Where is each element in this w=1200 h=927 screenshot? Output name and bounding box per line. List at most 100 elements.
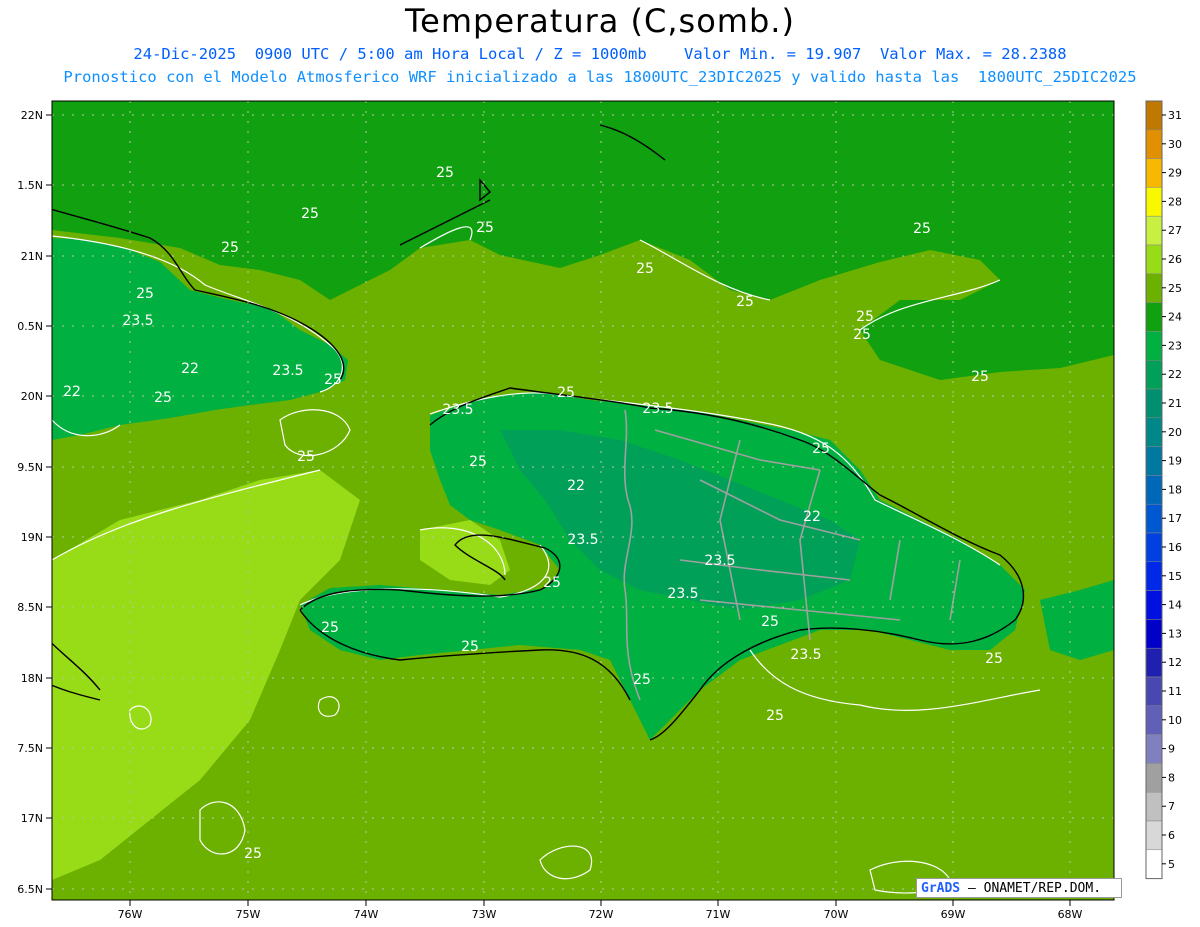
contour-label: 25	[812, 441, 830, 457]
lat-tick-label: 19N	[21, 531, 43, 544]
colorbar-label: 9	[1168, 743, 1175, 756]
colorbar: 31 30 29 28 27 26 25 24 23 22 21 20 19 18 17 16 15 14 13 12…	[1145, 100, 1182, 880]
colorbar-label: 18	[1168, 483, 1182, 496]
colorbar-swatch	[1145, 100, 1163, 131]
contour-label: 25	[469, 454, 487, 470]
colorbar-swatch	[1145, 244, 1163, 275]
lon-tick-label: 72W	[589, 908, 614, 921]
lat-tick-label: 0.5N	[17, 320, 43, 333]
lon-tick-label: 76W	[118, 908, 143, 921]
colorbar-label: 21	[1168, 397, 1182, 410]
contour-label: 25	[321, 620, 339, 636]
lat-tick-label: 8.5N	[17, 601, 43, 614]
contour-label: 25	[633, 672, 651, 688]
colorbar-swatch	[1145, 647, 1163, 678]
lat-tick-label: 22N	[21, 109, 43, 122]
colorbar-label: 6	[1168, 829, 1175, 842]
colorbar-swatch	[1145, 849, 1163, 879]
lat-tick-label: 21N	[21, 250, 43, 263]
contour-label: 25	[636, 261, 654, 277]
colorbar-swatch	[1145, 619, 1163, 649]
contour-label: 25	[856, 309, 874, 325]
colorbar-label: 25	[1168, 282, 1182, 295]
colorbar-label: 23	[1168, 339, 1182, 352]
lon-tick-label: 74W	[354, 908, 379, 921]
lat-tick-label: 6.5N	[17, 883, 43, 896]
contour-label: 22	[567, 478, 585, 494]
colorbar-swatch	[1145, 791, 1163, 822]
contour-label: 25	[297, 449, 315, 465]
contour-label: 25	[136, 286, 154, 302]
contour-label: 23.5	[704, 553, 735, 569]
contour-label: 23.5	[442, 402, 473, 418]
colorbar-label: 29	[1168, 167, 1182, 180]
colorbar-label: 28	[1168, 195, 1182, 208]
lon-tick-label: 73W	[472, 908, 497, 921]
colorbar-swatch	[1145, 561, 1163, 591]
temperature-map: 25 25 25 25 25 25 25 25 25 25 25 25 25 25 25 25 25 25 25 25…	[17, 100, 1182, 921]
colorbar-label: 31	[1168, 109, 1182, 122]
colorbar-swatch	[1145, 446, 1163, 476]
contour-label: 25	[557, 385, 575, 401]
lat-tick-label: 9.5N	[17, 461, 43, 474]
contour-label: 25	[543, 575, 561, 591]
colorbar-swatch	[1145, 475, 1163, 505]
contour-label: 25	[971, 369, 989, 385]
colorbar-label: 10	[1168, 714, 1182, 727]
credit-box: GrADS – ONAMET/REP.DOM.	[916, 878, 1122, 898]
contour-label: 25	[853, 327, 871, 343]
lat-tick-label: 1.5N	[17, 179, 43, 192]
credit-text: – ONAMET/REP.DOM.	[967, 881, 1102, 896]
contour-label: 22	[181, 361, 199, 377]
contour-label: 25	[244, 846, 262, 862]
colorbar-swatch	[1145, 676, 1163, 707]
contour-label: 25	[476, 220, 494, 236]
lon-tick-label: 75W	[236, 908, 261, 921]
colorbar-swatch	[1145, 273, 1163, 303]
lat-tick-label: 7.5N	[17, 742, 43, 755]
colorbar-label: 24	[1168, 311, 1182, 324]
colorbar-swatch	[1145, 129, 1163, 159]
contour-label: 25	[301, 206, 319, 222]
contour-label: 25	[154, 390, 172, 406]
colorbar-label: 30	[1168, 138, 1182, 151]
colorbar-label: 13	[1168, 627, 1182, 640]
contour-label: 25	[766, 708, 784, 724]
contour-label: 22	[63, 384, 81, 400]
lon-tick-label: 70W	[824, 908, 849, 921]
colorbar-swatch	[1145, 302, 1163, 332]
colorbar-swatch	[1145, 187, 1163, 217]
contour-label: 23.5	[642, 401, 673, 417]
contour-label: 25	[913, 221, 931, 237]
contour-label: 25	[221, 240, 239, 256]
lon-tick-label: 69W	[941, 908, 966, 921]
colorbar-label: 7	[1168, 800, 1175, 813]
colorbar-swatch	[1145, 417, 1163, 447]
colorbar-label: 26	[1168, 253, 1182, 266]
colorbar-label: 17	[1168, 512, 1182, 525]
contour-label: 23.5	[667, 586, 698, 602]
colorbar-swatch	[1145, 158, 1163, 188]
contour-label: 22	[803, 509, 821, 525]
colorbar-swatch	[1145, 820, 1163, 851]
colorbar-label: 5	[1168, 858, 1175, 871]
contour-label: 25	[761, 614, 779, 630]
colorbar-swatch	[1145, 705, 1163, 735]
lat-tick-label: 17N	[21, 812, 43, 825]
colorbar-swatch	[1145, 734, 1163, 764]
contour-label: 25	[436, 165, 454, 181]
map-field: 25 25 25 25 25 25 25 25 25 25 25 25 25 25 25 25 25 25 25 25…	[52, 101, 1114, 900]
lat-tick-label: 20N	[21, 390, 43, 403]
colorbar-label: 8	[1168, 771, 1175, 784]
colorbar-label: 12	[1168, 656, 1182, 669]
colorbar-label: 27	[1168, 224, 1182, 237]
colorbar-swatch	[1145, 331, 1163, 361]
contour-label: 23.5	[790, 647, 821, 663]
colorbar-label: 11	[1168, 685, 1182, 698]
colorbar-swatch	[1145, 388, 1163, 419]
colorbar-swatch	[1145, 532, 1163, 563]
colorbar-swatch	[1145, 763, 1163, 793]
grads-logo: GrADS	[921, 881, 961, 896]
lon-tick-label: 68W	[1058, 908, 1083, 921]
colorbar-swatch	[1145, 590, 1163, 620]
